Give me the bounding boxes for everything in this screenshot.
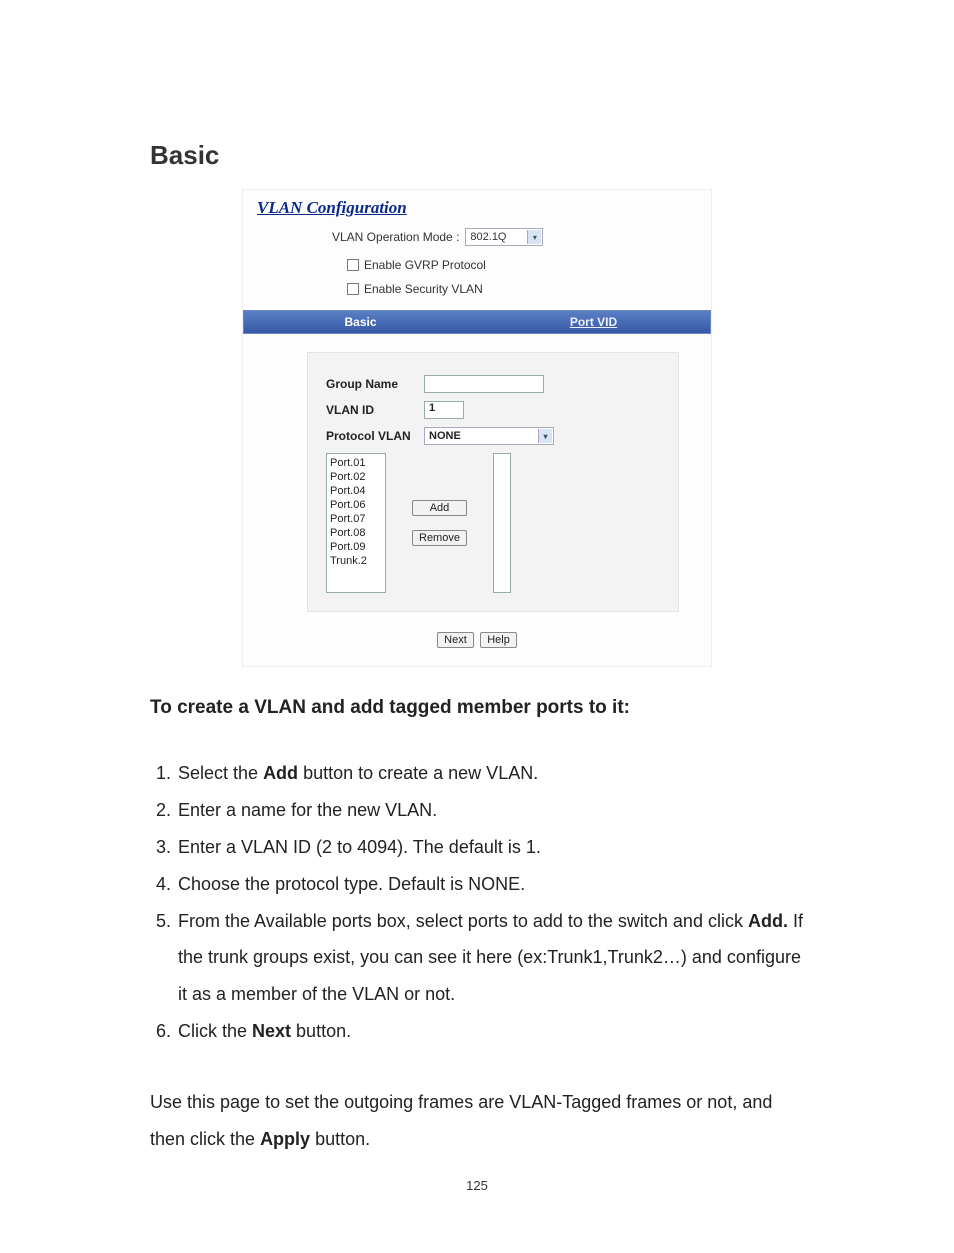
group-name-input[interactable] xyxy=(424,375,544,393)
chevron-down-icon: ▾ xyxy=(538,429,552,443)
security-vlan-checkbox[interactable] xyxy=(347,283,359,295)
steps-list: Select the Add button to create a new VL… xyxy=(150,755,804,1050)
tab-bar: Basic Port VID xyxy=(243,310,711,334)
basic-panel: Group Name VLAN ID 1 Protocol VLAN NONE … xyxy=(307,352,679,612)
list-item[interactable]: Port.04 xyxy=(330,484,382,498)
body-paragraph: Use this page to set the outgoing frames… xyxy=(150,1084,804,1158)
step-6: Click the Next button. xyxy=(176,1013,804,1050)
page-title: Basic xyxy=(150,140,804,171)
tab-port-vid[interactable]: Port VID xyxy=(477,315,710,329)
selected-ports-listbox[interactable] xyxy=(493,453,511,593)
list-item[interactable]: Port.02 xyxy=(330,470,382,484)
step-3: Enter a VLAN ID (2 to 4094). The default… xyxy=(176,829,804,866)
list-item[interactable]: Port.09 xyxy=(330,540,382,554)
next-button[interactable]: Next xyxy=(437,632,474,648)
gvrp-checkbox[interactable] xyxy=(347,259,359,271)
mode-select[interactable]: 802.1Q ▾ xyxy=(465,228,543,246)
mode-label: VLAN Operation Mode : xyxy=(332,230,459,244)
gvrp-label: Enable GVRP Protocol xyxy=(364,258,486,272)
vlan-config-screenshot: VLAN Configuration VLAN Operation Mode :… xyxy=(242,189,712,667)
group-name-label: Group Name xyxy=(326,377,424,391)
mode-select-value: 802.1Q xyxy=(470,231,506,243)
list-item[interactable]: Port.06 xyxy=(330,498,382,512)
subheading: To create a VLAN and add tagged member p… xyxy=(150,697,804,719)
list-item[interactable]: Trunk.2 xyxy=(330,554,382,568)
step-1: Select the Add button to create a new VL… xyxy=(176,755,804,792)
tab-basic[interactable]: Basic xyxy=(244,315,477,329)
help-button[interactable]: Help xyxy=(480,632,517,648)
list-item[interactable]: Port.07 xyxy=(330,512,382,526)
step-5: From the Available ports box, select por… xyxy=(176,903,804,1014)
vlan-id-input[interactable]: 1 xyxy=(424,401,464,419)
add-button[interactable]: Add xyxy=(412,500,467,516)
vlan-id-label: VLAN ID xyxy=(326,403,424,417)
protocol-vlan-value: NONE xyxy=(429,430,461,442)
step-2: Enter a name for the new VLAN. xyxy=(176,792,804,829)
security-vlan-label: Enable Security VLAN xyxy=(364,282,483,296)
available-ports-listbox[interactable]: Port.01 Port.02 Port.04 Port.06 Port.07 … xyxy=(326,453,386,593)
remove-button[interactable]: Remove xyxy=(412,530,467,546)
chevron-down-icon: ▾ xyxy=(527,230,541,244)
list-item[interactable]: Port.01 xyxy=(330,456,382,470)
page-number: 125 xyxy=(150,1178,804,1193)
step-4: Choose the protocol type. Default is NON… xyxy=(176,866,804,903)
protocol-vlan-select[interactable]: NONE ▾ xyxy=(424,427,554,445)
list-item[interactable]: Port.08 xyxy=(330,526,382,540)
protocol-vlan-label: Protocol VLAN xyxy=(326,429,424,443)
panel-title: VLAN Configuration xyxy=(257,198,697,218)
